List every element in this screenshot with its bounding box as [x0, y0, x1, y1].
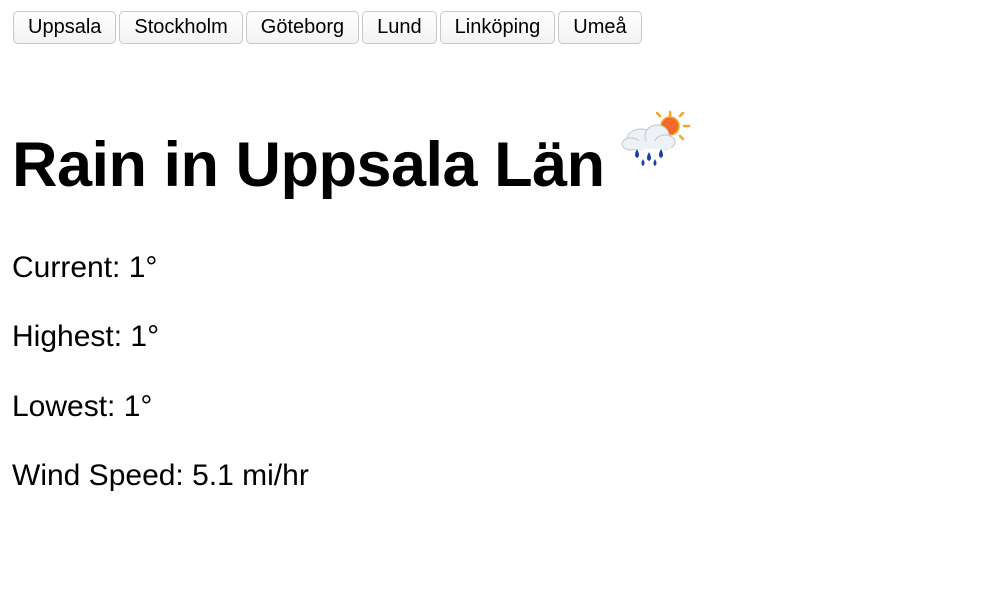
city-button-stockholm[interactable]: Stockholm	[119, 11, 243, 44]
highest-temperature: Highest: 1°	[12, 320, 160, 353]
city-button-linkoping[interactable]: Linköping	[439, 11, 556, 44]
rain-sun-cloud-icon	[621, 110, 690, 166]
city-button-uppsala[interactable]: Uppsala	[13, 11, 117, 44]
city-nav: Uppsala Stockholm Göteborg Lund Linköpin…	[13, 11, 642, 44]
current-temperature: Current: 1°	[12, 251, 158, 284]
city-button-umea[interactable]: Umeå	[558, 11, 642, 44]
wind-speed: Wind Speed: 5.1 mi/hr	[12, 459, 309, 492]
city-button-lund[interactable]: Lund	[362, 11, 437, 44]
city-button-goteborg[interactable]: Göteborg	[245, 11, 360, 44]
weather-headline: Rain in Uppsala Län	[12, 110, 691, 205]
weather-title: Rain in Uppsala Län	[12, 130, 605, 200]
lowest-temperature: Lowest: 1°	[12, 390, 153, 423]
